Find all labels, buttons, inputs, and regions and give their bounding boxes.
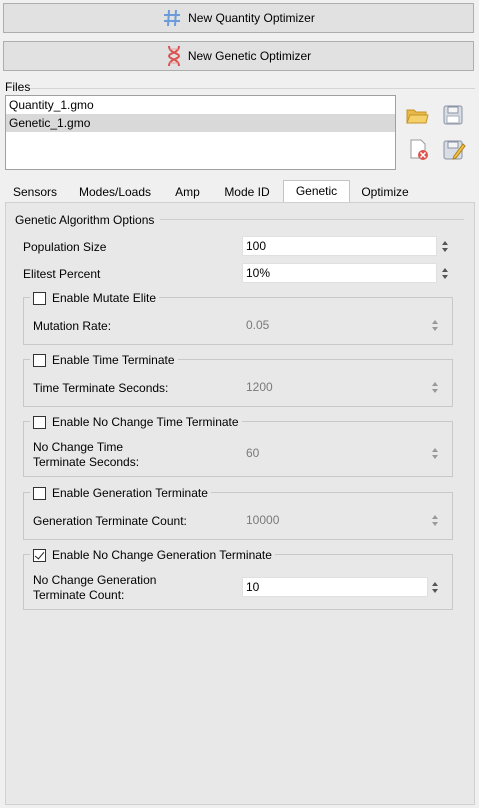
mutation-rate-input[interactable]: 0.05 bbox=[242, 315, 428, 335]
population-size-label: Population Size bbox=[23, 240, 107, 254]
enable-time-terminate-label[interactable]: Enable Time Terminate bbox=[52, 353, 175, 367]
spin-up-icon[interactable] bbox=[442, 267, 448, 272]
spin-down-icon[interactable] bbox=[432, 588, 438, 593]
spin-up-icon[interactable] bbox=[432, 514, 438, 519]
spin-up-icon[interactable] bbox=[442, 240, 448, 245]
spin-down-icon[interactable] bbox=[432, 326, 438, 331]
enable-generation-terminate-checkbox[interactable] bbox=[33, 486, 46, 500]
file-list[interactable]: Quantity_1.gmo Genetic_1.gmo bbox=[5, 95, 396, 170]
tab-amp[interactable]: Amp bbox=[165, 182, 210, 203]
enable-generation-terminate-label[interactable]: Enable Generation Terminate bbox=[52, 486, 208, 500]
new-genetic-optimizer-button[interactable]: New Genetic Optimizer bbox=[3, 41, 474, 71]
elitest-percent-input[interactable]: 10% bbox=[242, 263, 437, 283]
enable-no-change-time-terminate-checkbox[interactable] bbox=[33, 415, 46, 429]
new-quantity-optimizer-button[interactable]: New Quantity Optimizer bbox=[3, 3, 474, 33]
generation-terminate-count-label: Generation Terminate Count: bbox=[33, 514, 187, 528]
no-change-generation-terminate-count-spinner[interactable] bbox=[430, 577, 440, 597]
new-genetic-optimizer-label: New Genetic Optimizer bbox=[187, 49, 312, 63]
spin-up-icon[interactable] bbox=[432, 319, 438, 324]
no-change-time-terminate-seconds-input[interactable]: 60 bbox=[242, 443, 428, 463]
enable-mutate-elite-checkbox[interactable] bbox=[33, 291, 46, 305]
enable-no-change-time-terminate-label[interactable]: Enable No Change Time Terminate bbox=[52, 415, 239, 429]
population-size-input[interactable]: 100 bbox=[242, 236, 437, 256]
time-terminate-seconds-label: Time Terminate Seconds: bbox=[33, 381, 169, 395]
new-quantity-optimizer-label: New Quantity Optimizer bbox=[188, 11, 315, 25]
no-change-time-label-line2: Terminate Seconds: bbox=[33, 455, 140, 469]
tab-sensors[interactable]: Sensors bbox=[5, 182, 65, 203]
enable-no-change-generation-terminate-label[interactable]: Enable No Change Generation Terminate bbox=[52, 548, 272, 562]
no-change-generation-label-line1: No Change Generation bbox=[33, 573, 157, 587]
no-change-time-terminate-header: Enable No Change Time Terminate bbox=[30, 414, 242, 430]
mutation-rate-spinner[interactable] bbox=[430, 315, 440, 335]
no-change-generation-label-line2: Terminate Count: bbox=[33, 588, 125, 602]
spin-down-icon[interactable] bbox=[432, 388, 438, 393]
mutate-elite-header: Enable Mutate Elite bbox=[30, 290, 160, 306]
enable-no-change-generation-terminate-checkbox[interactable] bbox=[33, 548, 46, 562]
open-folder-icon[interactable] bbox=[405, 104, 429, 128]
spin-up-icon[interactable] bbox=[432, 581, 438, 586]
dna-icon bbox=[167, 45, 180, 67]
genetic-options-group-title: Genetic Algorithm Options bbox=[15, 213, 155, 227]
file-item-quantity[interactable]: Quantity_1.gmo bbox=[6, 96, 395, 114]
generation-terminate-count-input[interactable]: 10000 bbox=[242, 510, 428, 530]
no-change-generation-terminate-count-input[interactable]: 10 bbox=[242, 577, 428, 597]
tab-modes-loads[interactable]: Modes/Loads bbox=[67, 182, 163, 203]
no-change-generation-terminate-header: Enable No Change Generation Terminate bbox=[30, 547, 275, 563]
no-change-time-terminate-seconds-spinner[interactable] bbox=[430, 443, 440, 463]
files-divider bbox=[30, 88, 475, 89]
spin-up-icon[interactable] bbox=[432, 447, 438, 452]
tab-genetic[interactable]: Genetic bbox=[283, 180, 350, 203]
spin-down-icon[interactable] bbox=[432, 454, 438, 459]
generation-terminate-header: Enable Generation Terminate bbox=[30, 485, 211, 501]
time-terminate-seconds-spinner[interactable] bbox=[430, 377, 440, 397]
file-item-genetic[interactable]: Genetic_1.gmo bbox=[6, 114, 395, 132]
enable-time-terminate-checkbox[interactable] bbox=[33, 353, 46, 367]
population-size-spinner[interactable] bbox=[440, 236, 450, 256]
time-terminate-seconds-input[interactable]: 1200 bbox=[242, 377, 428, 397]
no-change-time-label-line1: No Change Time bbox=[33, 440, 124, 454]
enable-mutate-elite-label[interactable]: Enable Mutate Elite bbox=[52, 291, 156, 305]
save-icon[interactable] bbox=[442, 104, 466, 128]
spin-down-icon[interactable] bbox=[432, 521, 438, 526]
spin-up-icon[interactable] bbox=[432, 381, 438, 386]
files-group-label: Files bbox=[5, 80, 31, 94]
genetic-options-divider bbox=[160, 219, 464, 220]
tab-optimize[interactable]: Optimize bbox=[352, 182, 418, 203]
time-terminate-header: Enable Time Terminate bbox=[30, 352, 178, 368]
spin-down-icon[interactable] bbox=[442, 247, 448, 252]
spin-down-icon[interactable] bbox=[442, 274, 448, 279]
hash-icon bbox=[164, 9, 181, 27]
tab-mode-id[interactable]: Mode ID bbox=[212, 182, 282, 203]
elitest-percent-spinner[interactable] bbox=[440, 263, 450, 283]
elitest-percent-label: Elitest Percent bbox=[23, 267, 101, 281]
tab-bar: Sensors Modes/Loads Amp Mode ID Genetic … bbox=[5, 180, 475, 203]
mutation-rate-label: Mutation Rate: bbox=[33, 319, 112, 333]
save-as-icon[interactable] bbox=[442, 138, 466, 162]
generation-terminate-count-spinner[interactable] bbox=[430, 510, 440, 530]
close-file-icon[interactable] bbox=[407, 138, 431, 162]
